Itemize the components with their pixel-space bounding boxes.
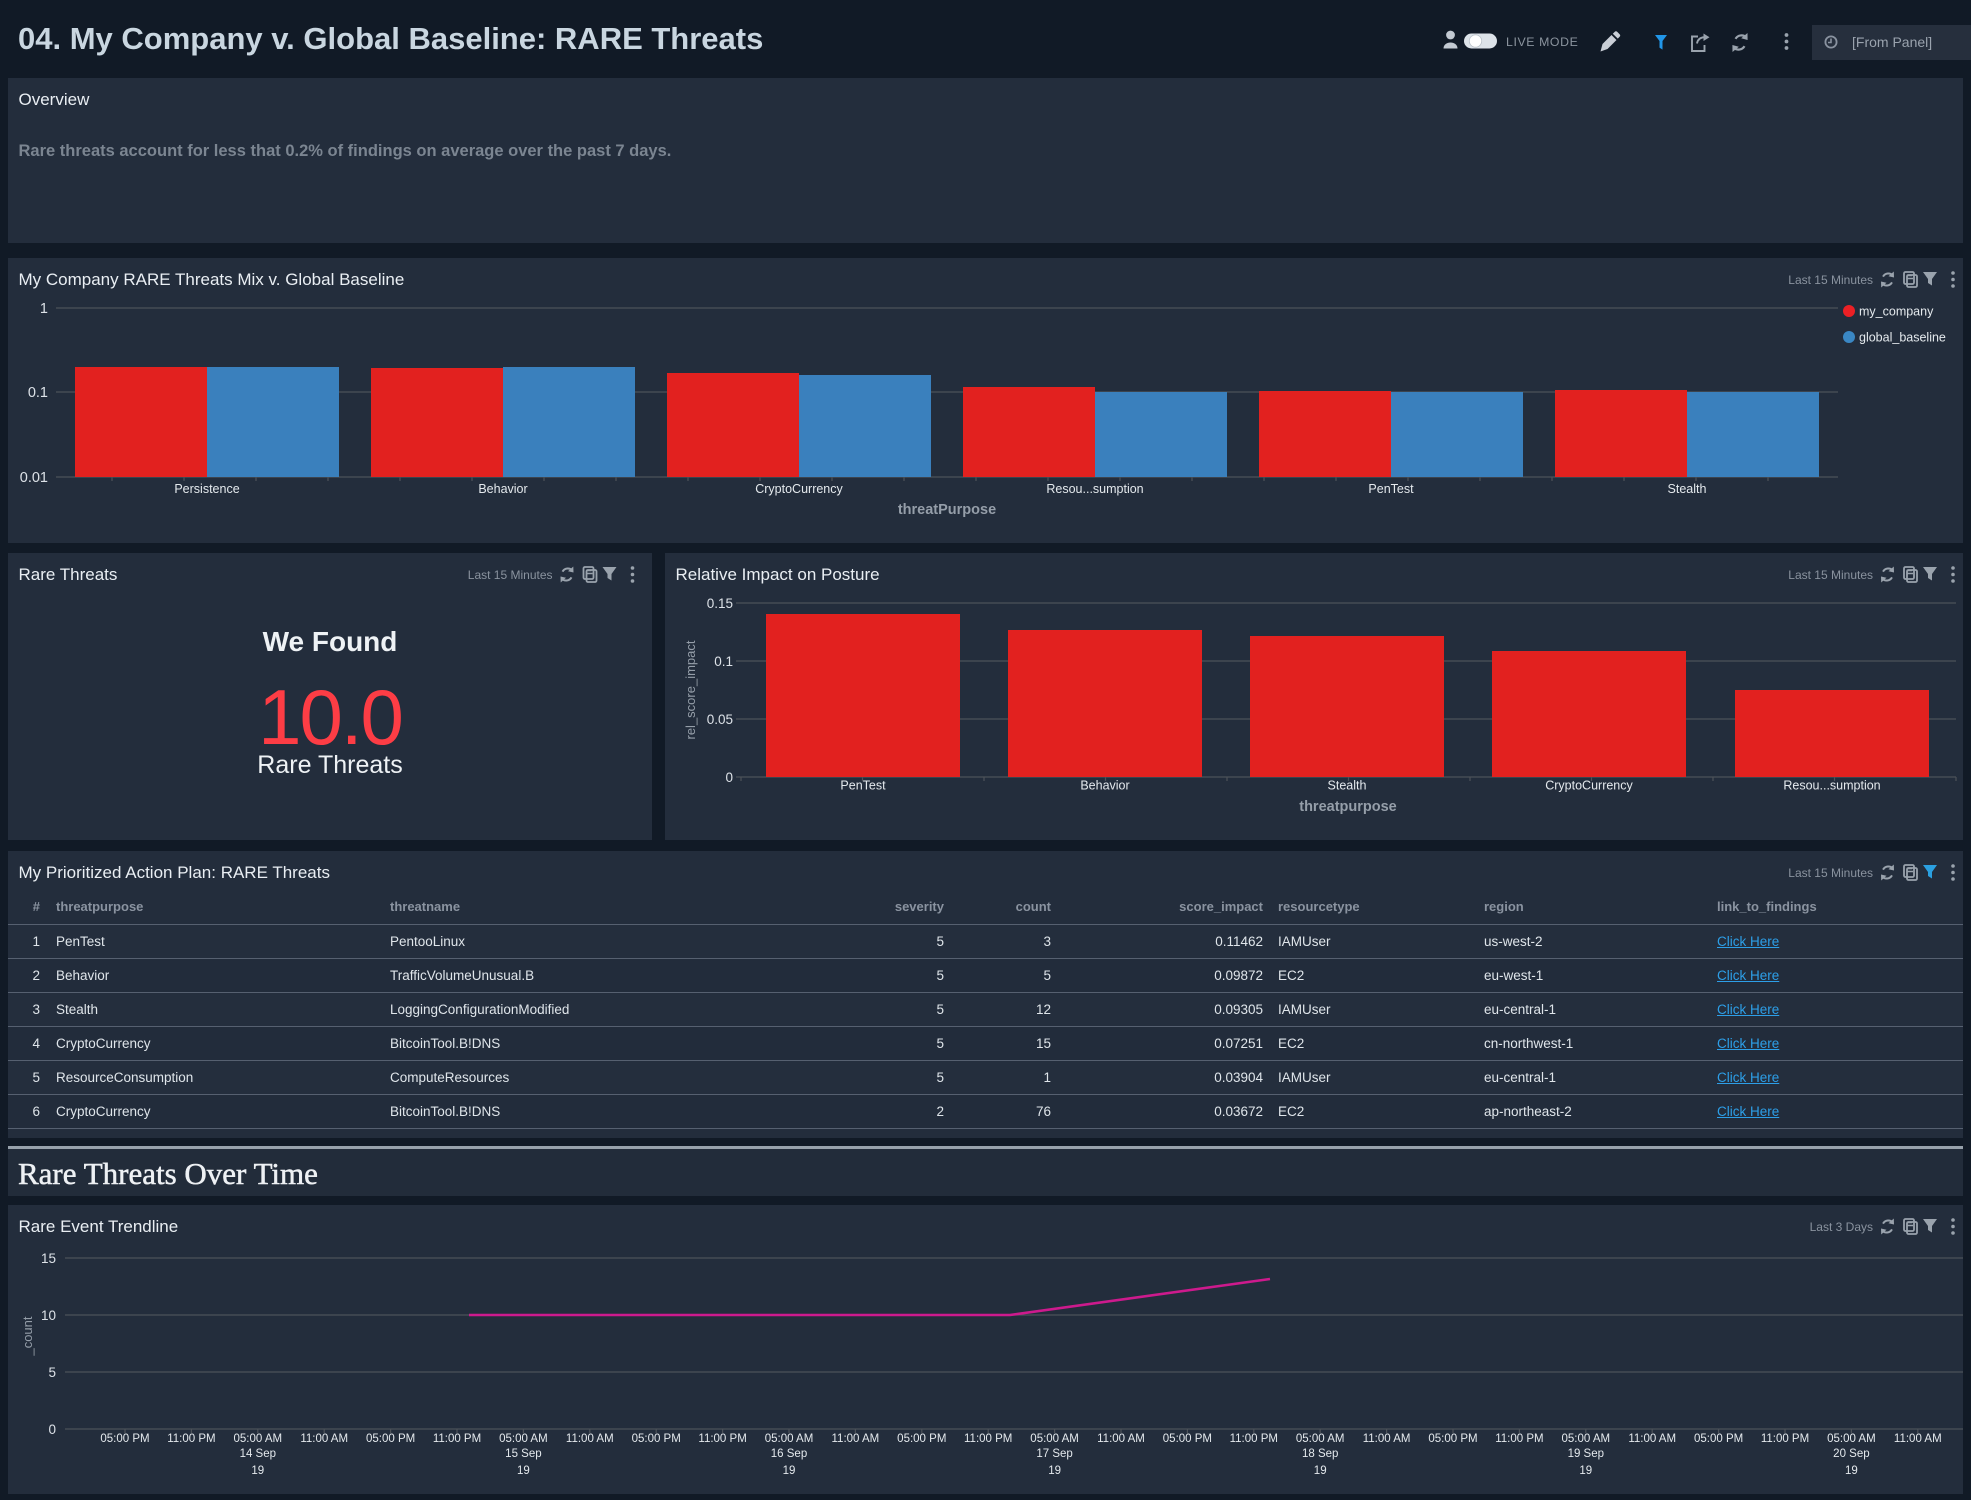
svg-text:05:00 AM: 05:00 AM <box>765 1433 814 1445</box>
svg-text:11:00 PM: 11:00 PM <box>964 1433 1012 1445</box>
svg-text:my_company: my_company <box>1859 305 1934 319</box>
svg-text:CryptoCurrency: CryptoCurrency <box>755 482 843 496</box>
svg-text:05:00 AM: 05:00 AM <box>1562 1433 1611 1445</box>
svg-text:0: 0 <box>48 1422 56 1437</box>
svg-text:rel_score_impact: rel_score_impact <box>683 640 698 739</box>
svg-text:19: 19 <box>1845 1465 1858 1477</box>
svg-text:Resou...sumption: Resou...sumption <box>1783 779 1880 793</box>
svg-text:0.05: 0.05 <box>707 712 733 727</box>
svg-text:05:00 PM: 05:00 PM <box>632 1433 681 1445</box>
svg-text:PenTest: PenTest <box>840 779 886 793</box>
svg-text:PenTest: PenTest <box>1368 482 1414 496</box>
svg-text:11:00 AM: 11:00 AM <box>1628 1433 1676 1445</box>
svg-text:Behavior: Behavior <box>478 482 527 496</box>
svg-text:19: 19 <box>251 1465 264 1477</box>
svg-text:19: 19 <box>1314 1465 1327 1477</box>
svg-text:11:00 AM: 11:00 AM <box>566 1433 614 1445</box>
svg-text:11:00 PM: 11:00 PM <box>1495 1433 1543 1445</box>
svg-text:05:00 AM: 05:00 AM <box>1296 1433 1345 1445</box>
svg-text:19: 19 <box>1048 1465 1061 1477</box>
svg-text:16 Sep: 16 Sep <box>771 1448 807 1460</box>
svg-text:0.1: 0.1 <box>28 385 48 401</box>
svg-text:0.1: 0.1 <box>714 654 733 669</box>
svg-text:19 Sep: 19 Sep <box>1568 1448 1604 1460</box>
svg-text:0: 0 <box>725 770 733 785</box>
svg-text:19: 19 <box>1579 1465 1592 1477</box>
svg-text:17 Sep: 17 Sep <box>1036 1448 1072 1460</box>
svg-text:CryptoCurrency: CryptoCurrency <box>1545 779 1633 793</box>
svg-text:19: 19 <box>783 1465 796 1477</box>
svg-text:05:00 AM: 05:00 AM <box>1827 1433 1876 1445</box>
svg-text:Persistence: Persistence <box>174 482 239 496</box>
svg-text:11:00 AM: 11:00 AM <box>1097 1433 1145 1445</box>
svg-text:11:00 PM: 11:00 PM <box>167 1433 215 1445</box>
svg-text:20 Sep: 20 Sep <box>1833 1448 1869 1460</box>
svg-text:11:00 PM: 11:00 PM <box>1230 1433 1278 1445</box>
svg-text:_count: _count <box>20 1316 35 1356</box>
svg-text:18 Sep: 18 Sep <box>1302 1448 1338 1460</box>
svg-text:Stealth: Stealth <box>1328 779 1367 793</box>
svg-text:14 Sep: 14 Sep <box>240 1448 276 1460</box>
svg-text:05:00 PM: 05:00 PM <box>366 1433 415 1445</box>
svg-text:15: 15 <box>41 1251 56 1266</box>
svg-text:10: 10 <box>41 1308 56 1323</box>
svg-text:11:00 PM: 11:00 PM <box>433 1433 481 1445</box>
svg-text:threatpurpose: threatpurpose <box>1299 799 1397 815</box>
svg-text:0.01: 0.01 <box>20 470 48 486</box>
svg-text:11:00 AM: 11:00 AM <box>300 1433 348 1445</box>
svg-text:05:00 PM: 05:00 PM <box>897 1433 946 1445</box>
svg-text:Stealth: Stealth <box>1668 482 1707 496</box>
svg-text:1: 1 <box>40 301 48 317</box>
svg-text:global_baseline: global_baseline <box>1859 331 1946 345</box>
svg-text:05:00 PM: 05:00 PM <box>1163 1433 1212 1445</box>
svg-text:05:00 AM: 05:00 AM <box>234 1433 283 1445</box>
svg-text:05:00 PM: 05:00 PM <box>1694 1433 1743 1445</box>
svg-text:19: 19 <box>517 1465 530 1477</box>
svg-text:threatPurpose: threatPurpose <box>898 502 996 518</box>
svg-text:05:00 AM: 05:00 AM <box>499 1433 548 1445</box>
svg-text:5: 5 <box>48 1365 56 1380</box>
svg-text:11:00 AM: 11:00 AM <box>1894 1433 1942 1445</box>
svg-text:Resou...sumption: Resou...sumption <box>1046 482 1143 496</box>
svg-text:05:00 AM: 05:00 AM <box>1030 1433 1079 1445</box>
svg-text:05:00 PM: 05:00 PM <box>1428 1433 1477 1445</box>
svg-text:11:00 PM: 11:00 PM <box>1761 1433 1809 1445</box>
svg-text:11:00 AM: 11:00 AM <box>832 1433 880 1445</box>
svg-text:0.15: 0.15 <box>707 596 733 611</box>
svg-text:15 Sep: 15 Sep <box>505 1448 541 1460</box>
svg-text:11:00 AM: 11:00 AM <box>1363 1433 1411 1445</box>
svg-text:11:00 PM: 11:00 PM <box>698 1433 746 1445</box>
svg-text:05:00 PM: 05:00 PM <box>100 1433 149 1445</box>
